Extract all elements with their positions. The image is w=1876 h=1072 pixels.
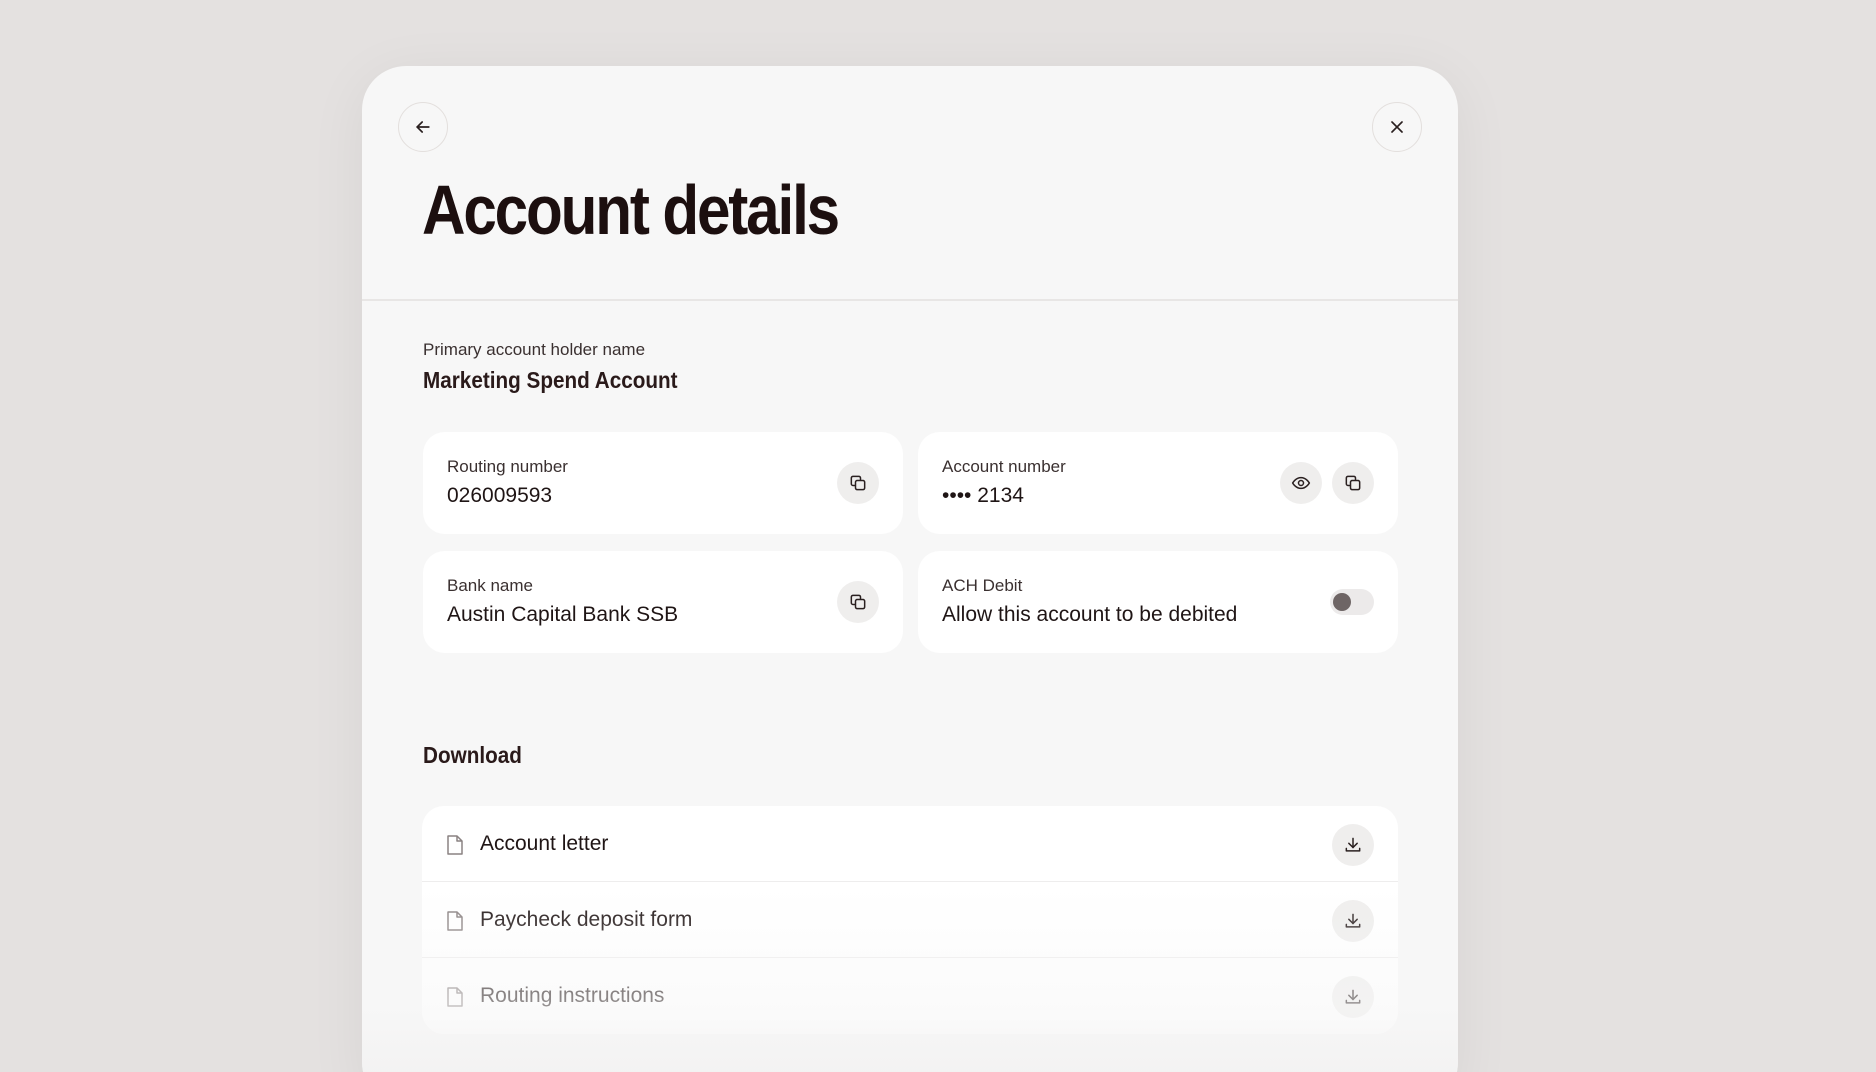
- download-item-label: Paycheck deposit form: [480, 908, 693, 931]
- download-item-account-letter[interactable]: Account letter: [422, 806, 1398, 882]
- download-icon: [1345, 913, 1361, 928]
- copy-icon: [850, 475, 866, 491]
- account-number-card: Account number •••• 2134: [918, 432, 1398, 534]
- download-item-routing-instructions[interactable]: Routing instructions: [422, 958, 1398, 1034]
- copy-icon: [850, 594, 866, 610]
- routing-number-label: Routing number: [447, 457, 568, 476]
- close-button[interactable]: [1372, 102, 1422, 152]
- download-item-paycheck-deposit-form[interactable]: Paycheck deposit form: [422, 882, 1398, 958]
- toggle-knob: [1333, 593, 1351, 611]
- copy-icon: [1345, 475, 1361, 491]
- arrow-left-icon: [416, 121, 430, 133]
- copy-routing-button[interactable]: [837, 462, 879, 504]
- holder-name-label: Primary account holder name: [423, 340, 646, 359]
- file-icon: [447, 911, 463, 931]
- ach-debit-card: ACH Debit Allow this account to be debit…: [918, 551, 1398, 653]
- file-icon: [447, 987, 463, 1007]
- download-button[interactable]: [1332, 900, 1374, 942]
- copy-account-button[interactable]: [1332, 462, 1374, 504]
- ach-debit-label: ACH Debit: [942, 576, 1023, 595]
- download-item-label: Account letter: [480, 832, 609, 855]
- routing-number-card: Routing number 026009593: [423, 432, 903, 534]
- ach-debit-toggle[interactable]: [1330, 589, 1374, 615]
- back-button[interactable]: [398, 102, 448, 152]
- download-list: Account letter Paycheck deposit form Rou…: [422, 806, 1398, 1034]
- account-number-label: Account number: [942, 457, 1066, 476]
- account-number-value: •••• 2134: [942, 484, 1024, 507]
- download-item-label: Routing instructions: [480, 984, 665, 1007]
- download-button[interactable]: [1332, 976, 1374, 1018]
- download-heading: Download: [423, 742, 522, 768]
- reveal-account-button[interactable]: [1280, 462, 1322, 504]
- eye-icon: [1291, 476, 1311, 490]
- page-title: Account details: [422, 171, 840, 249]
- copy-bank-button[interactable]: [837, 581, 879, 623]
- close-icon: [1391, 121, 1403, 133]
- holder-name-value: Marketing Spend Account: [423, 367, 678, 393]
- header-divider: [362, 299, 1458, 301]
- app-backdrop: Account details Primary account holder n…: [0, 0, 1876, 1072]
- download-icon: [1345, 837, 1361, 852]
- routing-number-value: 026009593: [447, 484, 553, 507]
- bank-name-card: Bank name Austin Capital Bank SSB: [423, 551, 903, 653]
- bank-name-value: Austin Capital Bank SSB: [447, 603, 679, 626]
- download-button[interactable]: [1332, 824, 1374, 866]
- ach-debit-description: Allow this account to be debited: [942, 603, 1238, 626]
- account-details-modal: Account details Primary account holder n…: [362, 66, 1458, 1072]
- file-icon: [447, 835, 463, 855]
- download-icon: [1345, 989, 1361, 1004]
- bank-name-label: Bank name: [447, 576, 533, 595]
